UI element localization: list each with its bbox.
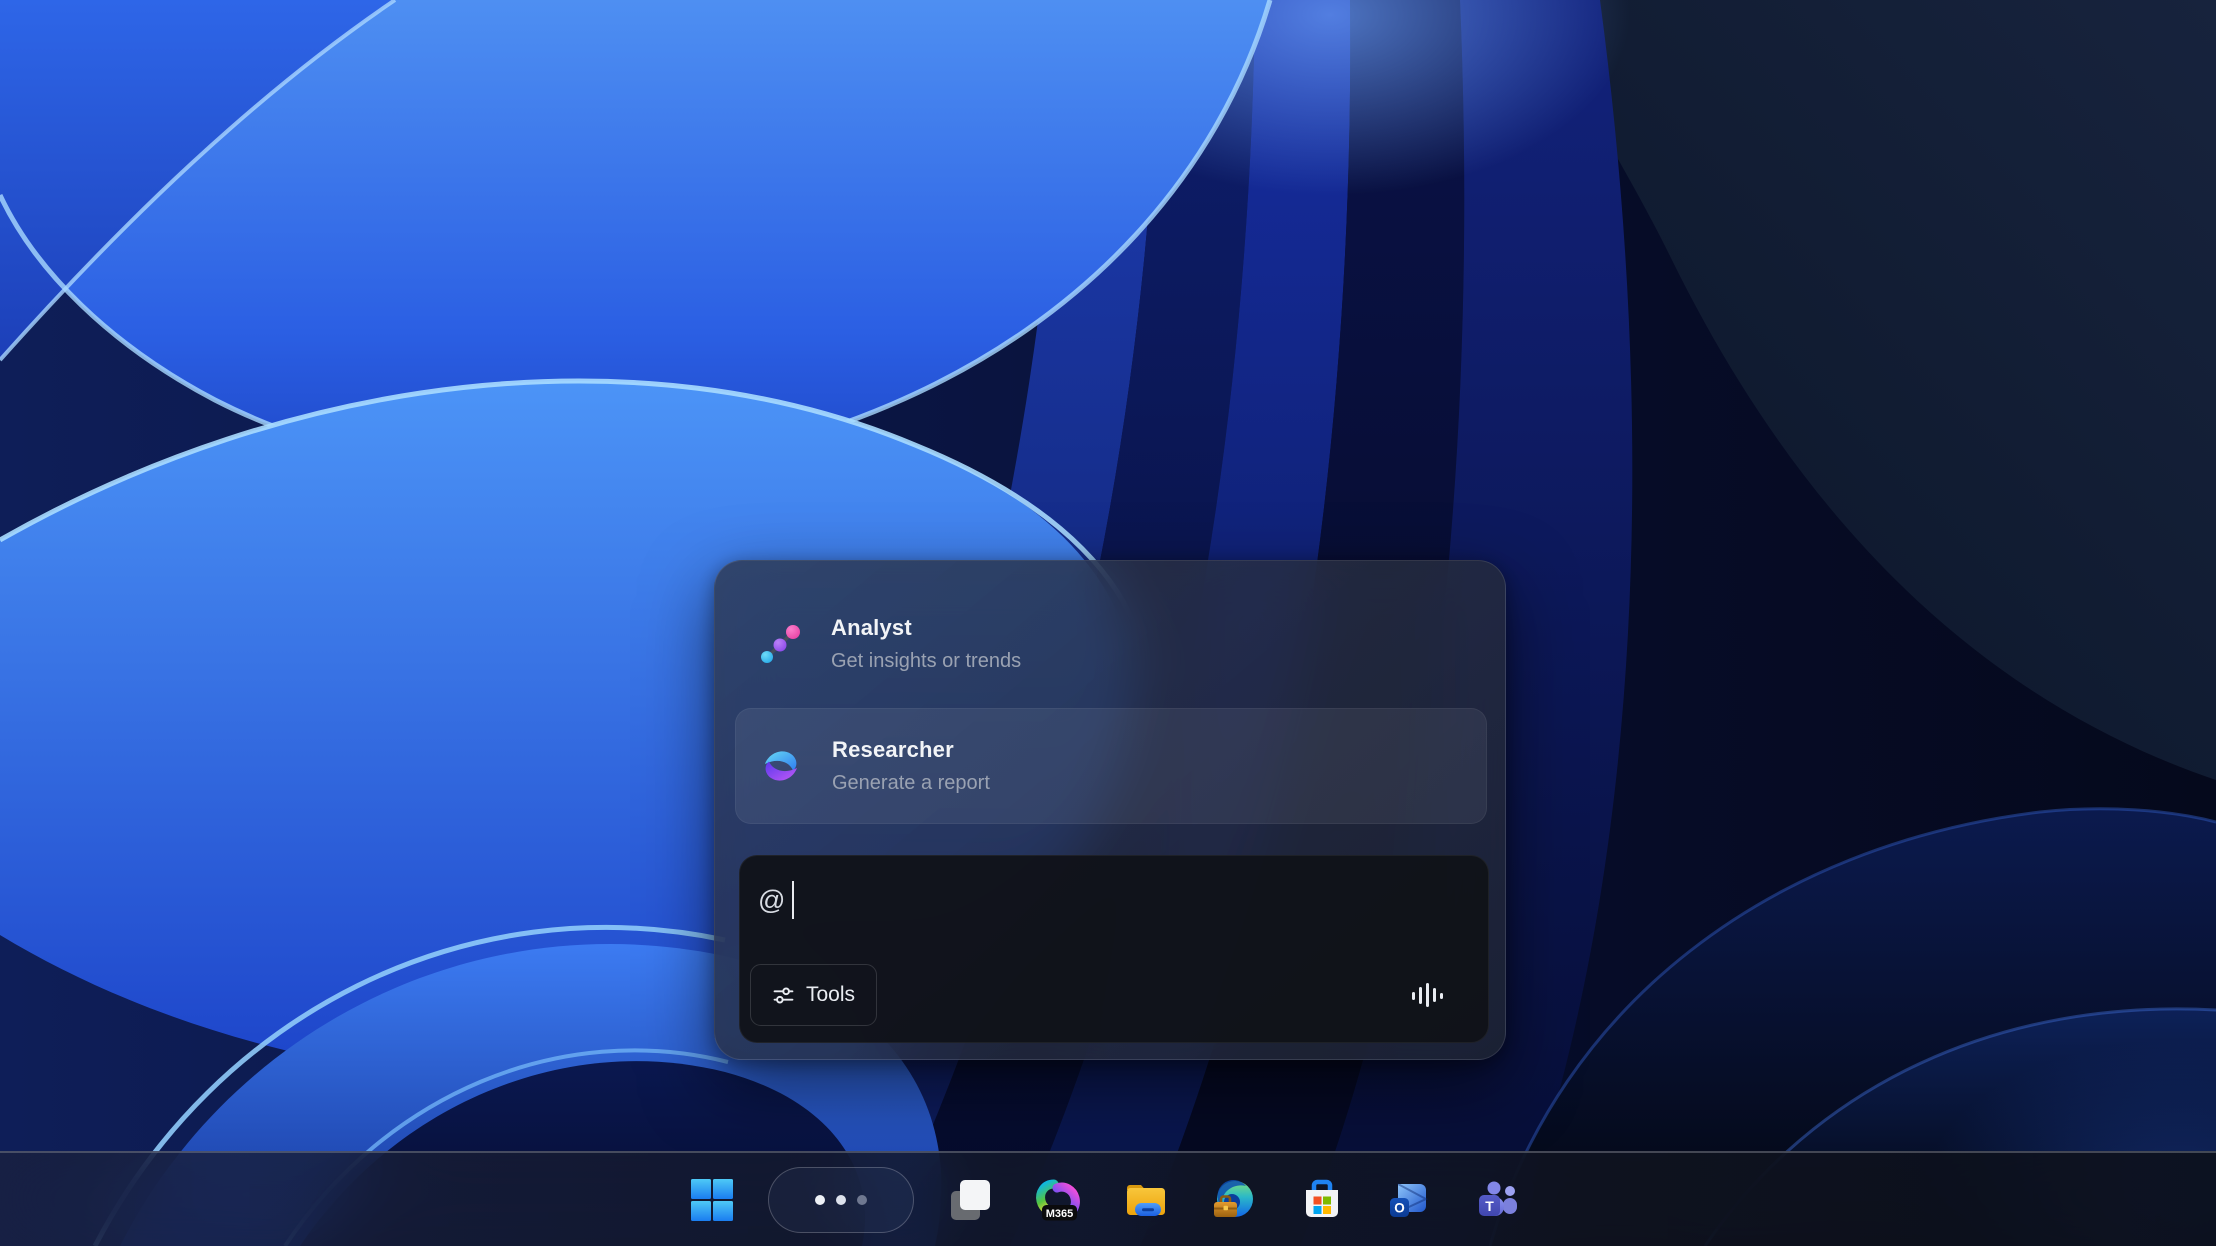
agent-subtitle: Get insights or trends xyxy=(831,650,1021,673)
agent-subtitle: Generate a report xyxy=(832,772,990,795)
tools-label: Tools xyxy=(806,983,855,1007)
agent-item-analyst[interactable]: Analyst Get insights or trends xyxy=(735,585,1487,703)
m365-copilot-icon: M365 xyxy=(1034,1176,1082,1224)
taskbar-task-view-button[interactable] xyxy=(938,1168,1002,1232)
taskbar: M365 xyxy=(0,1151,2216,1246)
taskbar-microsoft-store-button[interactable] xyxy=(1290,1168,1354,1232)
thinking-dot xyxy=(857,1195,867,1205)
composer-text-line[interactable]: @ xyxy=(758,878,794,922)
agent-item-researcher[interactable]: Researcher Generate a report xyxy=(735,708,1487,824)
windows-start-icon xyxy=(689,1177,735,1223)
thinking-dot xyxy=(836,1195,846,1205)
composer-value: @ xyxy=(758,885,785,916)
taskbar-teams-button[interactable]: T xyxy=(1466,1168,1530,1232)
outlook-icon: O xyxy=(1386,1176,1434,1224)
taskbar-start-button[interactable] xyxy=(680,1168,744,1232)
voice-waveform-icon[interactable] xyxy=(1400,969,1452,1021)
taskbar-edge-work-button[interactable] xyxy=(1202,1168,1266,1232)
outlook-badge: O xyxy=(1394,1200,1405,1215)
taskbar-outlook-button[interactable]: O xyxy=(1378,1168,1442,1232)
tools-button[interactable]: Tools xyxy=(750,964,877,1026)
sliders-icon xyxy=(772,984,795,1007)
taskbar-m365-copilot-button[interactable]: M365 xyxy=(1026,1168,1090,1232)
taskbar-search-pill[interactable] xyxy=(768,1167,914,1233)
taskbar-file-explorer-button[interactable] xyxy=(1114,1168,1178,1232)
teams-badge: T xyxy=(1485,1198,1494,1214)
m365-badge: M365 xyxy=(1046,1208,1074,1220)
teams-icon: T xyxy=(1474,1176,1522,1224)
copilot-agent-popup: Analyst Get insights or trends Researche… xyxy=(714,560,1506,1060)
thinking-dot xyxy=(815,1195,825,1205)
file-explorer-icon xyxy=(1122,1176,1170,1224)
desktop: Analyst Get insights or trends Researche… xyxy=(0,0,2216,1246)
agent-title: Researcher xyxy=(832,737,990,763)
copilot-input-box[interactable]: @ Tools xyxy=(739,855,1489,1043)
taskbar-items: M365 xyxy=(680,1153,1530,1246)
analyst-trend-icon xyxy=(757,621,803,667)
text-cursor xyxy=(792,881,794,919)
task-view-icon xyxy=(946,1176,994,1224)
edge-browser-icon xyxy=(1210,1176,1258,1224)
researcher-orb-icon xyxy=(758,743,804,789)
composer-toolbar: Tools xyxy=(750,964,1464,1026)
agent-title: Analyst xyxy=(831,615,1021,641)
microsoft-store-icon xyxy=(1298,1176,1346,1224)
